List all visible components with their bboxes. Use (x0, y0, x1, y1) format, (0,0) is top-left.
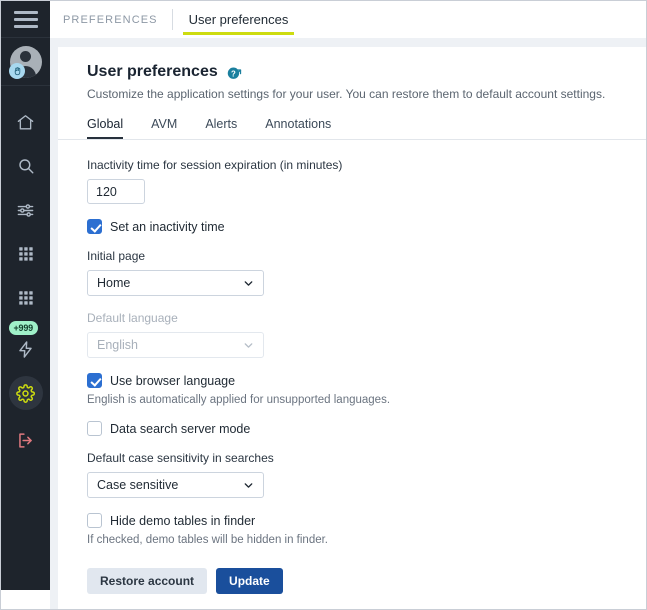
case-sensitivity-group: Default case sensitivity in searches Cas… (87, 451, 646, 498)
sliders-icon (17, 203, 34, 217)
breadcrumb-preferences[interactable]: PREFERENCES (63, 1, 172, 38)
sidebar-item-apps[interactable] (9, 237, 43, 271)
sidebar: +999 (1, 1, 50, 590)
default-language-value: English (97, 338, 138, 352)
sidebar-nav: +999 (1, 86, 50, 462)
search-icon (18, 159, 33, 174)
lightning-icon (19, 340, 32, 358)
sidebar-item-filters[interactable] (9, 193, 43, 227)
initial-page-select[interactable]: Home (87, 270, 264, 296)
hide-demo-checkbox-row[interactable]: Hide demo tables in finder (87, 513, 646, 528)
hamburger-bar (13, 10, 38, 14)
hide-demo-group: Hide demo tables in finder If checked, d… (87, 513, 646, 546)
use-browser-language-checkbox[interactable] (87, 373, 102, 388)
help-external-link-icon[interactable]: ? (226, 64, 243, 81)
app-window: +999 PREFERENCES User preferences User p… (0, 0, 647, 610)
chevron-down-icon (244, 342, 253, 348)
inactivity-time-group: Inactivity time for session expiration (… (87, 158, 646, 204)
sidebar-item-home[interactable] (9, 105, 43, 139)
page-title: User preferences (87, 63, 218, 80)
grid-icon (18, 291, 33, 305)
set-inactivity-checkbox-row[interactable]: Set an inactivity time (87, 219, 646, 234)
content-area: User preferences ? Customize the applica… (50, 38, 646, 609)
set-inactivity-checkbox[interactable] (87, 219, 102, 234)
tab-user-preferences[interactable]: User preferences (173, 1, 305, 38)
data-search-checkbox[interactable] (87, 421, 102, 436)
data-search-checkbox-row[interactable]: Data search server mode (87, 421, 646, 436)
tab-annotations[interactable]: Annotations (251, 111, 345, 139)
sidebar-item-modules[interactable] (9, 281, 43, 315)
sidebar-item-logout[interactable] (9, 423, 43, 457)
hamburger-menu-button[interactable] (1, 1, 50, 37)
inactivity-time-input[interactable] (87, 179, 145, 204)
use-browser-language-group: Use browser language English is automati… (87, 373, 646, 406)
home-icon (17, 114, 34, 130)
data-search-group: Data search server mode (87, 421, 646, 436)
set-inactivity-label: Set an inactivity time (110, 219, 225, 234)
gear-icon (16, 383, 35, 403)
initial-page-value: Home (97, 276, 131, 290)
default-language-select: English (87, 332, 264, 358)
tab-alerts[interactable]: Alerts (191, 111, 251, 139)
sidebar-item-search[interactable] (9, 149, 43, 183)
avatar-hand-badge-icon (9, 63, 25, 79)
sidebar-item-settings[interactable] (8, 376, 43, 410)
preferences-card: User preferences ? Customize the applica… (58, 47, 646, 609)
tab-global[interactable]: Global (87, 111, 137, 139)
main-area: PREFERENCES User preferences User prefer… (50, 1, 646, 609)
hide-demo-label: Hide demo tables in finder (110, 513, 256, 528)
logout-icon (19, 432, 32, 448)
sidebar-item-alerts[interactable]: +999 (8, 321, 43, 366)
hamburger-bar (13, 17, 38, 21)
top-bar: PREFERENCES User preferences (50, 1, 646, 38)
card-header: User preferences ? Customize the applica… (58, 47, 646, 111)
preferences-form: Inactivity time for session expiration (… (58, 140, 646, 609)
svg-text:?: ? (231, 69, 236, 78)
use-browser-language-hint: English is automatically applied for uns… (87, 394, 391, 406)
set-inactivity-group: Set an inactivity time (87, 219, 646, 234)
default-language-group: Default language English (87, 311, 646, 358)
hide-demo-checkbox[interactable] (87, 513, 102, 528)
grid-icon (18, 247, 33, 261)
use-browser-language-label: Use browser language (110, 373, 236, 388)
alerts-count-badge: +999 (8, 321, 38, 335)
chevron-down-icon (244, 280, 253, 286)
update-button[interactable]: Update (216, 568, 283, 594)
use-browser-language-checkbox-row[interactable]: Use browser language (87, 373, 646, 388)
avatar[interactable] (1, 37, 50, 86)
title-row: User preferences ? (87, 63, 646, 81)
default-language-label: Default language (87, 311, 178, 325)
initial-page-label: Initial page (87, 249, 146, 263)
case-sensitivity-label: Default case sensitivity in searches (87, 451, 274, 465)
inactivity-time-label: Inactivity time for session expiration (… (87, 158, 343, 172)
case-sensitivity-select[interactable]: Case sensitive (87, 472, 264, 498)
hide-demo-hint: If checked, demo tables will be hidden i… (87, 534, 329, 546)
chevron-down-icon (244, 482, 253, 488)
page-subtitle: Customize the application settings for y… (87, 87, 606, 101)
form-actions: Restore account Update (87, 568, 646, 594)
initial-page-group: Initial page Home (87, 249, 646, 296)
tab-avm[interactable]: AVM (137, 111, 191, 139)
case-sensitivity-value: Case sensitive (97, 478, 179, 492)
data-search-label: Data search server mode (110, 421, 251, 436)
restore-account-button[interactable]: Restore account (87, 568, 208, 594)
section-tabs: Global AVM Alerts Annotations (58, 111, 646, 140)
hamburger-bar (13, 24, 38, 28)
